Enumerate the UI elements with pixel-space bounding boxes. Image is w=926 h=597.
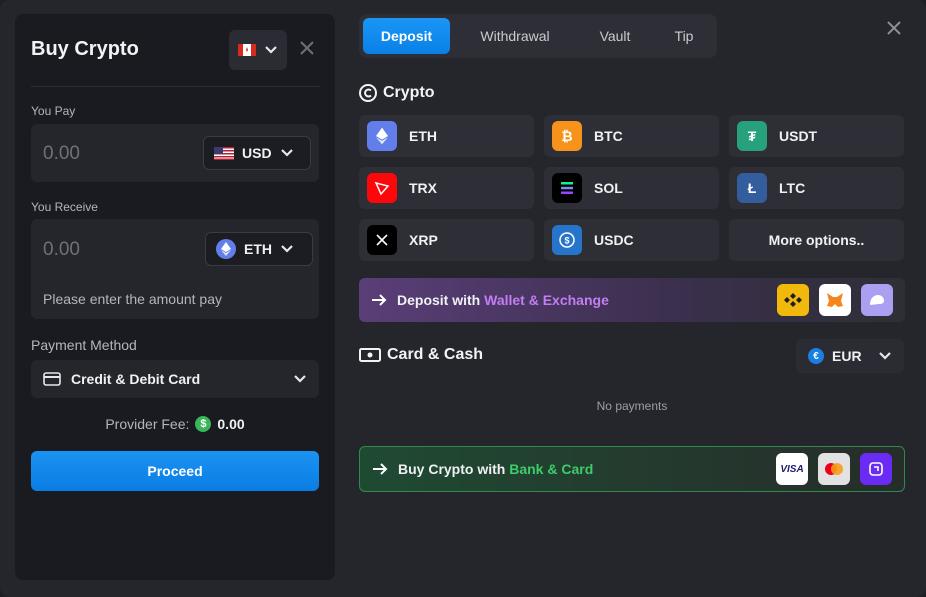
- wallet-banner-prefix: Deposit with: [397, 292, 481, 308]
- deposit-wallet-banner[interactable]: Deposit with Wallet & Exchange: [359, 278, 905, 322]
- proceed-button[interactable]: Proceed: [31, 451, 319, 491]
- crypto-section-title: Crypto: [359, 84, 435, 102]
- coin-sol[interactable]: SOL: [544, 167, 719, 209]
- coin-btc[interactable]: ₿ BTC: [544, 115, 719, 157]
- bank-banner-text: Buy Crypto with Bank & Card: [398, 461, 593, 477]
- phantom-icon: [861, 284, 893, 316]
- coin-usdc[interactable]: $ USDC: [544, 219, 719, 261]
- you-receive-label: You Receive: [31, 200, 98, 214]
- xrp-icon: [367, 225, 397, 255]
- tab-vault[interactable]: Vault: [585, 18, 645, 54]
- fiat-currency-label: EUR: [832, 348, 862, 364]
- card-cash-title-text: Card & Cash: [387, 346, 484, 363]
- card-logos: VISA: [776, 453, 892, 485]
- coin-label: BTC: [594, 128, 623, 144]
- coin-label: TRX: [409, 180, 437, 196]
- coin-trx[interactable]: TRX: [359, 167, 534, 209]
- bank-banner-prefix: Buy Crypto with: [398, 461, 506, 477]
- no-payments-text: No payments: [596, 399, 668, 413]
- provider-fee: Provider Fee: $ 0.00: [15, 416, 335, 432]
- credit-card-icon: [43, 372, 61, 386]
- usdc-icon: $: [552, 225, 582, 255]
- coin-label: USDT: [779, 128, 818, 144]
- coin-label: SOL: [594, 180, 623, 196]
- tab-withdrawal[interactable]: Withdrawal: [465, 18, 565, 54]
- dollar-coin-icon: $: [195, 416, 212, 432]
- pay-amount-input[interactable]: 0.00: [43, 143, 80, 165]
- chevron-down-icon: [265, 46, 277, 54]
- buy-bank-card-banner[interactable]: Buy Crypto with Bank & Card VISA: [359, 446, 905, 492]
- coin-label: XRP: [409, 232, 438, 248]
- receive-currency-label: ETH: [244, 241, 272, 257]
- close-icon[interactable]: [297, 38, 317, 58]
- payment-method-value: Credit & Debit Card: [71, 371, 201, 387]
- us-flag-icon: [214, 146, 234, 160]
- pay-field: 0.00 USD: [31, 124, 319, 182]
- pay-currency-label: USD: [242, 145, 272, 161]
- coin-ltc[interactable]: Ł LTC: [729, 167, 904, 209]
- payment-method-select[interactable]: Credit & Debit Card: [31, 360, 319, 398]
- wallet-logos: [777, 284, 893, 316]
- tab-tip[interactable]: Tip: [659, 18, 709, 54]
- btc-icon: ₿: [552, 121, 582, 151]
- buy-crypto-modal: Buy Crypto You Pay 0.00 USD You Receive …: [0, 0, 926, 597]
- svg-text:$: $: [564, 236, 569, 246]
- sol-icon: [552, 173, 582, 203]
- tab-deposit[interactable]: Deposit: [363, 18, 450, 54]
- eth-icon: [367, 121, 397, 151]
- provider-fee-value: 0.00: [217, 416, 245, 432]
- ltc-icon: Ł: [737, 173, 767, 203]
- eth-icon: [216, 239, 236, 259]
- chevron-down-icon: [280, 149, 293, 157]
- arrow-right-icon: [372, 294, 387, 306]
- cash-icon: [359, 348, 381, 362]
- receive-field: 0.00 ETH Please enter the amount pay: [31, 219, 319, 319]
- trx-icon: [367, 173, 397, 203]
- crypto-title-text: Crypto: [383, 84, 435, 101]
- mastercard-icon: [818, 453, 850, 485]
- country-selector[interactable]: [229, 30, 287, 70]
- canada-flag-icon: [238, 44, 256, 56]
- skrill-icon: [860, 453, 892, 485]
- binance-icon: [777, 284, 809, 316]
- more-options-button[interactable]: More options..: [729, 219, 904, 261]
- chevron-down-icon: [294, 375, 306, 383]
- pay-currency-select[interactable]: USD: [203, 136, 311, 170]
- buy-crypto-panel: Buy Crypto You Pay 0.00 USD You Receive …: [15, 14, 335, 580]
- tab-bar: Deposit Withdrawal Vault Tip: [359, 14, 717, 58]
- usdt-icon: ₮: [737, 121, 767, 151]
- coin-eth[interactable]: ETH: [359, 115, 534, 157]
- payment-method-label: Payment Method: [31, 337, 137, 353]
- chevron-down-icon: [879, 352, 891, 360]
- arrow-right-icon: [373, 463, 388, 475]
- coin-label: ETH: [409, 128, 437, 144]
- coin-usdt[interactable]: ₮ USDT: [729, 115, 904, 157]
- divider: [31, 86, 320, 87]
- euro-icon: €: [808, 348, 824, 364]
- receive-amount-input[interactable]: 0.00: [43, 239, 80, 261]
- provider-fee-label: Provider Fee:: [105, 416, 190, 432]
- receive-currency-select[interactable]: ETH: [205, 232, 313, 266]
- more-options-label: More options..: [768, 232, 865, 248]
- card-cash-section-title: Card & Cash: [359, 346, 483, 364]
- close-icon[interactable]: [885, 19, 903, 37]
- fiat-currency-select[interactable]: € EUR: [796, 339, 904, 373]
- metamask-icon: [819, 284, 851, 316]
- visa-icon: VISA: [776, 453, 808, 485]
- crypto-c-icon: [359, 84, 377, 102]
- you-pay-label: You Pay: [31, 104, 76, 118]
- coin-xrp[interactable]: XRP: [359, 219, 534, 261]
- wallet-banner-highlight: Wallet & Exchange: [484, 292, 609, 308]
- bank-banner-highlight: Bank & Card: [509, 461, 594, 477]
- wallet-banner-text: Deposit with Wallet & Exchange: [397, 292, 609, 308]
- coin-label: USDC: [594, 232, 634, 248]
- chevron-down-icon: [281, 245, 293, 253]
- amount-hint: Please enter the amount pay: [43, 291, 223, 307]
- coin-label: LTC: [779, 180, 806, 196]
- panel-title: Buy Crypto: [31, 38, 139, 60]
